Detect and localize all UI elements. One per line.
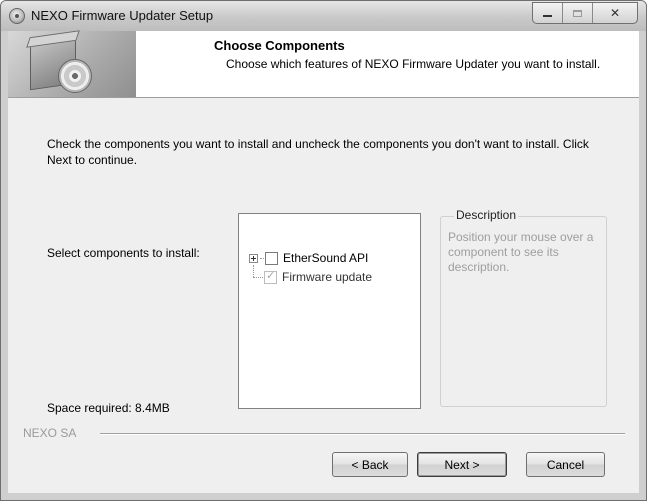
page-subtitle: Choose which features of NEXO Firmware U… [226,57,601,71]
component-ethersound-api[interactable]: EtherSound API [249,250,368,266]
component-label: Firmware update [282,270,373,284]
close-icon: ✕ [609,6,621,20]
tree-connector [253,265,254,277]
next-button[interactable]: Next > [417,452,507,477]
wizard-header: Choose Components Choose which features … [8,31,639,98]
page-title: Choose Components [214,38,345,53]
firmware-update-checkbox[interactable] [264,269,277,284]
instructions-text: Check the components you want to install… [47,137,589,167]
space-required-label: Space required: 8.4MB [47,401,170,415]
cd-disc-icon [58,59,92,93]
window-title: NEXO Firmware Updater Setup [31,8,214,23]
minimize-icon [543,14,552,17]
description-title: Description [454,208,519,222]
close-button[interactable]: ✕ [593,3,637,23]
ethersound-api-checkbox[interactable] [265,251,278,265]
maximize-button[interactable] [563,3,593,23]
footer-divider [100,433,625,435]
installer-graphic [8,31,136,97]
minimize-button[interactable] [533,3,563,23]
branding-text: NEXO SA [23,426,77,440]
maximize-icon [573,9,582,17]
back-button[interactable]: < Back [332,452,408,477]
component-firmware-update[interactable]: Firmware update [264,269,372,285]
cancel-button[interactable]: Cancel [526,452,605,477]
select-components-label: Select components to install: [47,246,200,260]
window-controls: ✕ [532,2,638,24]
expand-plus-icon[interactable] [249,253,258,263]
title-bar[interactable]: NEXO Firmware Updater Setup ✕ [1,1,646,31]
wizard-page: Choose Components Choose which features … [8,31,639,493]
components-tree[interactable]: EtherSound API Firmware update [238,213,421,409]
tree-connector [253,277,263,278]
installer-app-icon [9,8,25,24]
installer-window: NEXO Firmware Updater Setup ✕ Choose Com… [0,0,647,501]
component-label: EtherSound API [283,251,369,265]
tree-connector [260,257,264,259]
description-text: Position your mouse over a component to … [448,230,594,274]
